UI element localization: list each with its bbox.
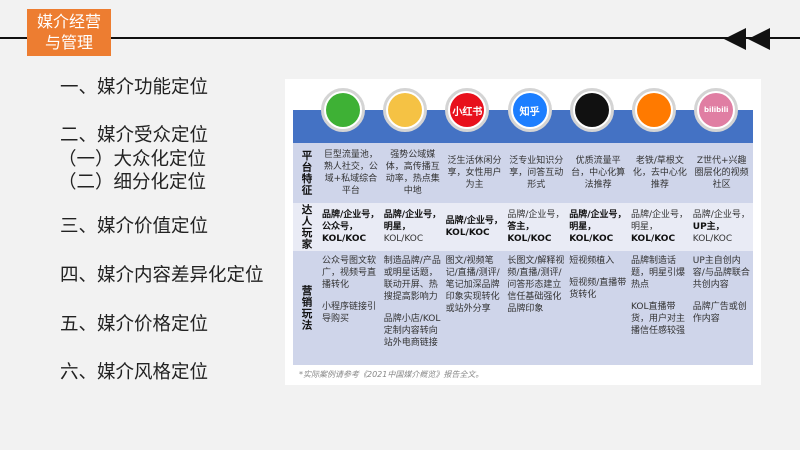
talent-type: KOL/KOC [383,234,424,244]
talent-type: 公众号， [322,222,359,232]
marketing-item: 短视频/直播带货转化 [569,278,627,300]
feature-cell: Z世代+兴趣圈层化的视频社区 [694,156,749,190]
footnote: *实际案例请参考《2021中国媒介概览》报告全文。 [299,370,484,379]
logo-mark [388,93,423,127]
talent-type: KOL/KOC [630,234,676,244]
outline-item: 四、媒介内容差异化定位 [60,265,264,286]
marketing-item: 小程序链接引导购买 [322,302,377,324]
marketing-item: 公众号图文软广，视频号直播转化 [322,256,377,290]
feature-cell: 泛专业知识分享，问答互动形式 [509,156,564,190]
marketing-cell: 长图文/解释视频/直播/测评/问答形态建立信任基础强化品牌印象 [505,251,567,365]
talent-type: 品牌/企业号， [445,216,503,226]
feature-cell: 巨型流量池，熟人社交，公域+私域综合平台 [323,150,378,196]
logo-mark [637,93,671,127]
row-label: 达人玩家 [300,204,313,250]
row-talents: 达人玩家 品牌/企业号， 公众号， KOL/KOC 品牌/企业号， 明星， KOL/KOC 品… [293,203,753,251]
logo-mark [326,93,360,127]
wechat-icon [321,88,365,132]
talent-cell: 品牌/企业号， UP主， KOL/KOC [691,203,753,251]
title-line-1: 媒介经营 [36,12,101,31]
feature-cell: 泛生活休闲分享，女性用户为主 [447,156,502,190]
talent-type: 明星， [569,222,597,232]
weibo-icon [383,88,428,132]
marketing-item: 短视频植入 [569,256,615,266]
feature-cell: 老铁/草根文化，去中心化推荐 [632,156,687,190]
marketing-cell: 公众号图文软广，视频号直播转化小程序链接引导购买 [320,251,382,365]
talent-cell: 品牌/企业号， 公众号， KOL/KOC [320,203,382,251]
outline-item: 三、媒介价值定位 [60,216,209,237]
row-marketing: 营销玩法 公众号图文软广，视频号直播转化小程序链接引导购买 制造品牌/产品或明星话题… [293,251,753,365]
talent-type: 品牌/企业号， [322,210,380,220]
douyin-icon [569,88,614,132]
marketing-cell: UP主自创内容/与品牌联合共创内容品牌广告或创作内容 [691,251,753,365]
marketing-item: 制造品牌/产品或明星话题，联动开屏、热搜提高影响力 [383,256,441,302]
talent-type: KOL/KOC [322,234,367,244]
talent-type: KOL/KOC [507,234,552,244]
talent-type: 品牌/企业号， [507,210,565,220]
talent-type: 品牌/企业号， [383,210,442,220]
talent-type: KOL/KOC [445,228,490,238]
row-platform-features: 平台特征 巨型流量池，熟人社交，公域+私域综合平台 强势公域媒体，高传播互动率，热点… [293,143,753,203]
double-left-arrow-icon [724,28,770,50]
marketing-item: 图文/视频笔记/直播/测评/笔记加深品牌印象实现转化或站外分享 [445,256,500,314]
course-title-badge: 媒介经营 与管理 [27,9,111,56]
talent-type: KOL/KOC [569,234,614,244]
outline-subitem: （二）细分化定位 [58,172,207,193]
marketing-cell: 制造品牌/产品或明星话题，联动开屏、热搜提高影响力品牌小店/KOL定制内容转向站… [382,251,444,365]
row-label: 营销玩法 [300,285,313,331]
outline-item: 五、媒介价格定位 [60,314,209,335]
talent-type: UP主， [692,222,725,232]
marketing-item: KOL直播带货，用户对主播信任感较强 [630,302,685,336]
marketing-cell: 短视频植入短视频/直播带货转化 [567,251,629,365]
talent-type: 品牌/企业号， [569,210,627,220]
talent-type: 明星， [383,222,411,232]
talent-cell: 品牌/企业号， 明星， KOL/KOC [567,203,629,251]
marketing-item: UP主自创内容/与品牌联合共创内容 [692,256,750,290]
talent-type: 品牌/企业号， [692,210,750,220]
media-platform-table: 小红书 知乎 bilibili 平台特征 巨型流量池，熟人社交，公域+私域综合平台 强势… [285,79,761,385]
talent-cell: 品牌/企业号， 答主， KOL/KOC [505,203,567,251]
feature-cell: 强势公域媒体，高传播互动率，热点集中地 [385,150,440,196]
talent-type: 明星， [630,222,658,232]
outline-item: 一、媒介功能定位 [60,77,209,98]
kuaishou-icon [632,88,676,132]
logo-mark: 知乎 [512,93,547,127]
title-line-2: 与管理 [44,33,93,52]
talent-cell: 品牌/企业号， KOL/KOC [444,203,506,251]
talent-type: 品牌/企业号， [630,210,689,220]
talent-type: 答主， [507,222,535,232]
outline-item: 六、媒介风格定位 [60,362,209,383]
outline-item: 二、媒介受众定位 [60,125,209,146]
marketing-cell: 品牌制造话题，明星引爆热点 KOL直播带货，用户对主播信任感较强 [629,251,691,365]
marketing-item: 品牌小店/KOL定制内容转向站外电商链接 [383,314,441,348]
talent-cell: 品牌/企业号， 明星， KOL/KOC [629,203,691,251]
row-label: 平台特征 [300,150,313,196]
logo-mark: 小红书 [450,93,485,127]
marketing-item: 长图文/解释视频/直播/测评/问答形态建立信任基础强化品牌印象 [507,256,565,314]
feature-cell: 优质流量平台，中心化算法推荐 [571,156,626,190]
header-rule [0,37,800,39]
marketing-item: 品牌制造话题，明星引爆热点 [630,256,685,290]
bilibili-icon: bilibili [694,88,739,132]
logo-mark: bilibili [699,93,734,127]
zhihu-icon: 知乎 [507,88,552,132]
talent-type: KOL/KOC [692,234,733,244]
marketing-item: 品牌广告或创作内容 [692,302,747,324]
talent-cell: 品牌/企业号， 明星， KOL/KOC [382,203,444,251]
logo-mark [574,93,609,127]
marketing-cell: 图文/视频笔记/直播/测评/笔记加深品牌印象实现转化或站外分享 [444,251,506,365]
